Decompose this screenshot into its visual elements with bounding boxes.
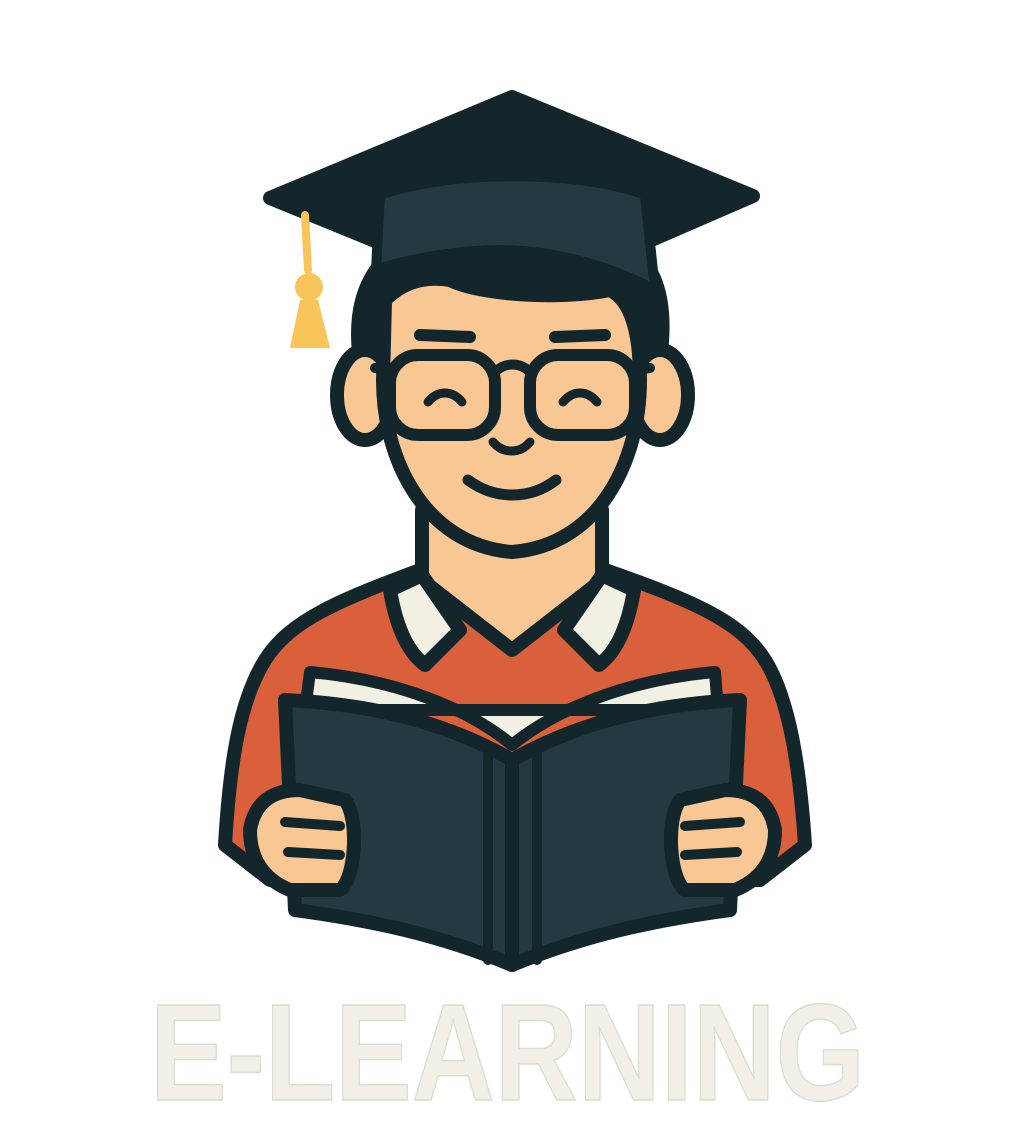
logo-title: E-LEARNING [150, 976, 865, 1130]
tassel-knot [295, 273, 323, 301]
right-hand [664, 783, 782, 897]
left-hand [243, 783, 361, 897]
right-eyebrow [549, 329, 611, 343]
tassel [290, 300, 330, 348]
e-learning-logo: E-LEARNING [149, 90, 866, 1131]
tassel-cord [301, 211, 312, 274]
face [376, 271, 647, 559]
left-eyebrow [414, 329, 476, 343]
